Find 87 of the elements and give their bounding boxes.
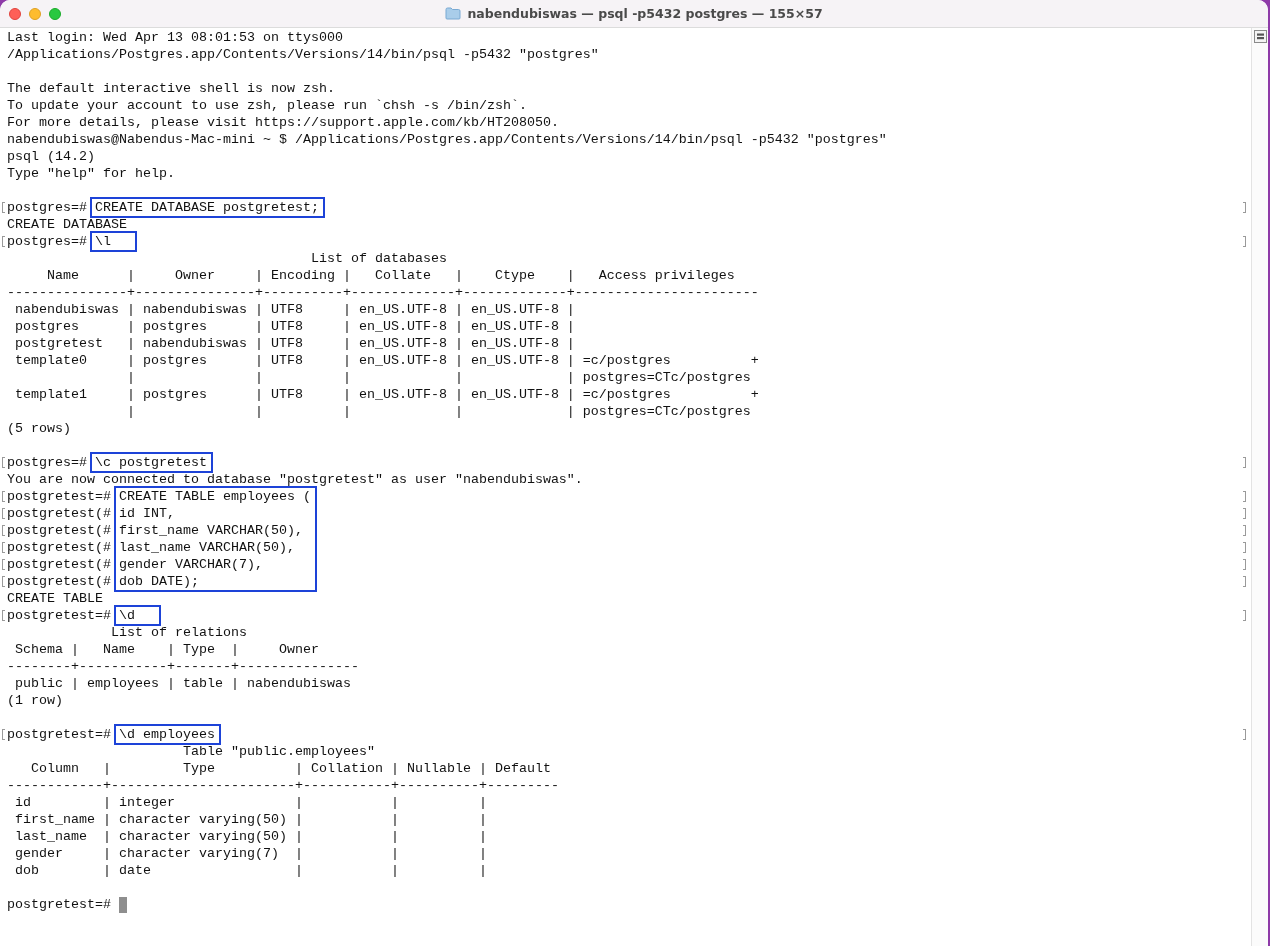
prompt-text: postgretest=# [7,607,111,624]
line-mark-icon [1243,491,1246,502]
prompt-text: postgretest=# [7,726,111,743]
output-line: public | employees | table | nabendubiswas [14,675,352,692]
output-line: last_name | character varying(50) | | | [14,828,488,845]
output-line: template0 | postgres | UTF8 | en_US.UTF-8 | en_US.UTF-8 | =c/postgres + [14,352,760,369]
output-line: Column | Type | Collation | Nullable | Default [30,760,552,777]
line-mark-icon [1243,508,1246,519]
prompt-text: postgretest(# [7,556,111,573]
highlighted-command: CREATE DATABASE postgretest; [92,199,323,216]
output-line: You are now connected to database "postgretest" as user "nabendubiswas". [6,471,584,488]
command-text: dob DATE); [119,573,200,590]
output-line: postgres | postgres | UTF8 | en_US.UTF-8 | en_US.UTF-8 | [14,318,576,335]
prompt-text: postgretest=# [7,488,111,505]
output-line: Last login: Wed Apr 13 08:01:53 on ttys000 [6,29,344,46]
output-line: For more details, please visit https://support.apple.com/kb/HT208050. [6,114,560,131]
prompt-text: postgres=# [7,233,87,250]
line-mark-icon [2,525,5,536]
line-mark-icon [2,508,5,519]
line-mark-icon [2,559,5,570]
output-line: ------------+-----------------------+-----------+----------+--------- [6,777,560,794]
command-text: id INT, [119,505,176,522]
output-line: Name | Owner | Encoding | Collate | Ctype | Access privileges [46,267,736,284]
menu-icon[interactable] [1253,30,1267,43]
output-line: Type "help" for help. [6,165,176,182]
prompt-text: postgretest(# [7,539,111,556]
output-line: To update your account to use zsh, please run `chsh -s /bin/zsh`. [6,97,528,114]
highlighted-command: \c postgretest [92,454,211,471]
output-line: (1 row) [6,692,64,709]
output-line: psql (14.2) [6,148,96,165]
output-line: first_name | character varying(50) | | | [14,811,488,828]
output-line: --------+-----------+-------+--------------- [6,658,360,675]
zoom-button[interactable] [49,7,61,20]
output-line: dob | date | | | [14,862,488,879]
minimize-button[interactable] [29,7,41,20]
line-mark-icon [2,457,5,468]
output-line: List of databases [309,250,448,267]
cursor-icon [119,896,127,913]
close-button[interactable] [9,7,21,20]
line-mark-icon [1243,525,1246,536]
folder-icon [445,7,462,20]
line-mark-icon [1243,576,1246,587]
line-mark-icon [1243,610,1246,621]
output-line: Schema | Name | Type | Owner [14,641,320,658]
output-line: id | integer | | | [14,794,488,811]
line-mark-icon [1243,202,1246,213]
prompt-text: postgres=# [7,454,87,471]
line-mark-icon [1243,559,1246,570]
output-line: nabendubiswas@Nabendus-Mac-mini ~ $ /Applications/Postgres.app/Contents/Versions/14/bin/psql -p5432 "postgres" [6,131,888,148]
output-line: CREATE DATABASE [6,216,128,233]
line-mark-icon [2,542,5,553]
output-line: The default interactive shell is now zsh. [6,80,336,97]
line-mark-icon [2,491,5,502]
line-mark-icon [1243,542,1246,553]
output-line: postgretest | nabendubiswas | UTF8 | en_US.UTF-8 | en_US.UTF-8 | [14,335,576,352]
command-text: last_name VARCHAR(50), [119,539,296,556]
output-line: List of relations [109,624,248,641]
line-mark-icon [1243,236,1246,247]
line-mark-icon [2,236,5,247]
output-line: nabendubiswas | nabendubiswas | UTF8 | en_US.UTF-8 | en_US.UTF-8 | [14,301,576,318]
command-text: gender VARCHAR(7), [119,556,264,573]
highlighted-command: \d employees [116,726,219,743]
output-line: (5 rows) [6,420,72,437]
line-mark-icon [2,576,5,587]
line-mark-icon [2,202,5,213]
prompt-text: postgretest(# [7,505,111,522]
highlighted-command: \d [116,607,159,624]
output-line: ---------------+---------------+----------+-------------+-------------+----------------------- [6,284,760,301]
line-mark-icon [2,610,5,621]
output-line: gender | character varying(7) | | | [14,845,488,862]
command-text: first_name VARCHAR(50), [119,522,304,539]
window-title: nabendubiswas — psql -p5432 postgres — 155×57 [467,6,823,21]
line-mark-icon [2,729,5,740]
highlighted-command: \l [92,233,135,250]
prompt-text: postgretest(# [7,573,111,590]
output-line: template1 | postgres | UTF8 | en_US.UTF-8 | en_US.UTF-8 | =c/postgres + [14,386,760,403]
prompt-text: postgres=# [7,199,87,216]
prompt-text: postgretest=# [7,896,111,913]
prompt-text: postgretest(# [7,522,111,539]
output-line: | | | | | postgres=CTc/postgres [125,403,752,420]
line-mark-icon [1243,729,1246,740]
output-line: /Applications/Postgres.app/Contents/Versions/14/bin/psql -p5432 "postgres" [6,46,600,63]
line-mark-icon [1243,457,1246,468]
command-text: CREATE TABLE employees ( [119,488,311,505]
output-line: | | | | | postgres=CTc/postgres [125,369,752,386]
output-line: Table "public.employees" [181,743,376,760]
output-line: CREATE TABLE [6,590,104,607]
